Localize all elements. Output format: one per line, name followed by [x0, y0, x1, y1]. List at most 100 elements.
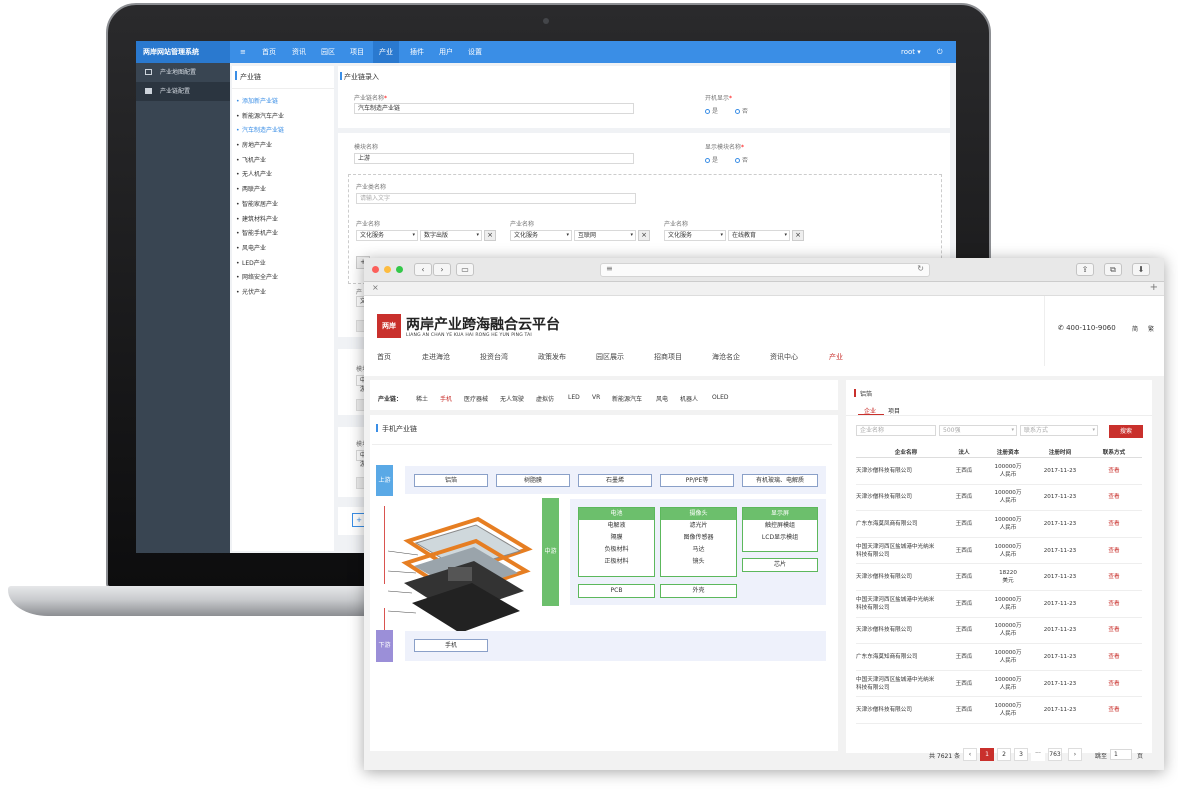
industry-select[interactable]: 文化服务 ▾: [664, 230, 726, 241]
site-menu-haicang[interactable]: 走进海沧: [422, 352, 450, 362]
industry-select[interactable]: 文化服务 ▾: [510, 230, 572, 241]
pcb-item[interactable]: PCB: [578, 584, 655, 598]
open-no-radio[interactable]: 否: [735, 106, 748, 115]
industry-select[interactable]: 文化服务 ▾: [356, 230, 418, 241]
user-menu[interactable]: root ▾: [901, 41, 921, 63]
site-menu-companies[interactable]: 海沧名企: [712, 352, 740, 362]
chain-chip[interactable]: 医疗器械: [464, 394, 488, 403]
back-icon[interactable]: ‹: [414, 263, 432, 276]
tree-item[interactable]: 光伏产业: [232, 286, 334, 301]
lang-traditional[interactable]: 繁: [1148, 324, 1154, 333]
group-item[interactable]: 隔膜: [579, 532, 654, 544]
sidebar-item-map-config[interactable]: 产业地图配置: [136, 63, 230, 82]
tree-item[interactable]: 智能手机产业: [232, 227, 334, 242]
search-button[interactable]: 搜索: [1109, 425, 1143, 438]
view-link[interactable]: 查看: [1094, 653, 1134, 661]
page-button[interactable]: 2: [997, 748, 1011, 761]
tab-projects[interactable]: 项目: [888, 406, 900, 415]
remove-button[interactable]: ×: [638, 230, 650, 241]
reader-icon[interactable]: ≡: [606, 264, 613, 273]
chain-name-input[interactable]: 汽车制造产业链: [354, 103, 634, 114]
company-name-filter[interactable]: 企业名称: [856, 425, 936, 436]
upstream-item[interactable]: PP/PE等: [660, 474, 734, 487]
reload-icon[interactable]: ↻: [917, 264, 924, 273]
site-menu-policy[interactable]: 政策发布: [538, 352, 566, 362]
chain-chip[interactable]: 机器人: [680, 394, 698, 403]
tree-item[interactable]: 添加新产业链: [232, 95, 334, 110]
nav-item-news[interactable]: 资讯: [292, 41, 306, 63]
minimize-icon[interactable]: [384, 266, 391, 273]
nav-item-plugins[interactable]: 插件: [410, 41, 424, 63]
view-link[interactable]: 查看: [1094, 573, 1134, 581]
chain-chip[interactable]: LED: [568, 394, 580, 401]
view-link[interactable]: 查看: [1094, 626, 1134, 634]
page-button[interactable]: 763: [1048, 748, 1062, 761]
tree-item[interactable]: 建筑材料产业: [232, 213, 334, 228]
nav-item-settings[interactable]: 设置: [468, 41, 482, 63]
view-link[interactable]: 查看: [1094, 680, 1134, 688]
nav-item-home[interactable]: 首页: [262, 41, 276, 63]
group-item[interactable]: 滤光片: [661, 520, 736, 532]
address-bar[interactable]: ≡ ↻: [600, 263, 930, 277]
new-tab-icon[interactable]: +: [1150, 282, 1158, 293]
nav-item-projects[interactable]: 项目: [350, 41, 364, 63]
share-icon[interactable]: ⇪: [1076, 263, 1094, 276]
industry-select[interactable]: 互联网 ▾: [574, 230, 636, 241]
sidebar-icon[interactable]: ▭: [456, 263, 474, 276]
group-item[interactable]: 负极材料: [579, 544, 654, 556]
site-menu-home[interactable]: 首页: [377, 352, 391, 362]
menu-icon[interactable]: ≡: [240, 41, 246, 63]
shell-item[interactable]: 外壳: [660, 584, 737, 598]
power-icon[interactable]: ⏻: [937, 41, 943, 63]
upstream-item[interactable]: 石墨烯: [578, 474, 652, 487]
lang-simplified[interactable]: 简: [1132, 324, 1138, 333]
tree-item[interactable]: 风电产业: [232, 242, 334, 257]
nav-item-parks[interactable]: 园区: [321, 41, 335, 63]
nav-item-industry[interactable]: 产业: [373, 41, 399, 63]
view-link[interactable]: 查看: [1094, 706, 1134, 714]
upstream-item[interactable]: 有机玻璃、电解质: [742, 474, 818, 487]
group-item[interactable]: 电解液: [579, 520, 654, 532]
site-menu-projects[interactable]: 招商项目: [654, 352, 682, 362]
group-item[interactable]: 镜头: [661, 556, 736, 568]
view-link[interactable]: 查看: [1094, 547, 1134, 555]
group-item[interactable]: 正极材料: [579, 556, 654, 568]
jump-input[interactable]: 1: [1110, 749, 1132, 760]
page-button[interactable]: 1: [980, 748, 994, 761]
tabs-icon[interactable]: ⧉: [1104, 263, 1122, 276]
top500-filter[interactable]: 500强 ▾: [939, 425, 1017, 436]
close-tab-icon[interactable]: ×: [372, 283, 379, 292]
view-link[interactable]: 查看: [1094, 493, 1134, 501]
maximize-icon[interactable]: [396, 266, 403, 273]
close-icon[interactable]: [372, 266, 379, 273]
chain-chip[interactable]: 新能源汽车: [612, 394, 642, 403]
chain-chip[interactable]: 无人驾驶: [500, 394, 524, 403]
download-icon[interactable]: ⬇: [1132, 263, 1150, 276]
group-item[interactable]: 触控屏模组: [743, 520, 817, 532]
remove-button[interactable]: ×: [484, 230, 496, 241]
tree-item[interactable]: 飞机产业: [232, 154, 334, 169]
tree-item[interactable]: 两联产业: [232, 183, 334, 198]
view-link[interactable]: 查看: [1094, 520, 1134, 528]
chain-chip[interactable]: 稀土: [416, 394, 428, 403]
nav-item-users[interactable]: 用户: [439, 41, 453, 63]
group-item[interactable]: LCD显示模组: [743, 532, 817, 544]
upstream-item[interactable]: 树脂膜: [496, 474, 570, 487]
module-name-input[interactable]: 上游: [354, 153, 634, 164]
group-item[interactable]: 图像传感器: [661, 532, 736, 544]
chain-chip[interactable]: 虚拟仿: [536, 394, 554, 403]
sidebar-item-chain-config[interactable]: 产业链配置: [136, 82, 230, 101]
chain-chip[interactable]: 手机: [440, 394, 452, 403]
chain-chip[interactable]: 风电: [656, 394, 668, 403]
open-yes-radio[interactable]: 是: [705, 106, 718, 115]
show-no-radio[interactable]: 否: [735, 155, 748, 164]
contact-filter[interactable]: 联系方式 ▾: [1020, 425, 1098, 436]
group-item[interactable]: 马达: [661, 544, 736, 556]
remove-button[interactable]: ×: [792, 230, 804, 241]
tree-item[interactable]: 新能源汽车产业: [232, 110, 334, 125]
chain-chip[interactable]: VR: [592, 394, 600, 401]
forward-icon[interactable]: ›: [433, 263, 451, 276]
chip-item[interactable]: 芯片: [742, 558, 818, 572]
industry-select[interactable]: 数字出版 ▾: [420, 230, 482, 241]
industry-select[interactable]: 在线教育 ▾: [728, 230, 790, 241]
